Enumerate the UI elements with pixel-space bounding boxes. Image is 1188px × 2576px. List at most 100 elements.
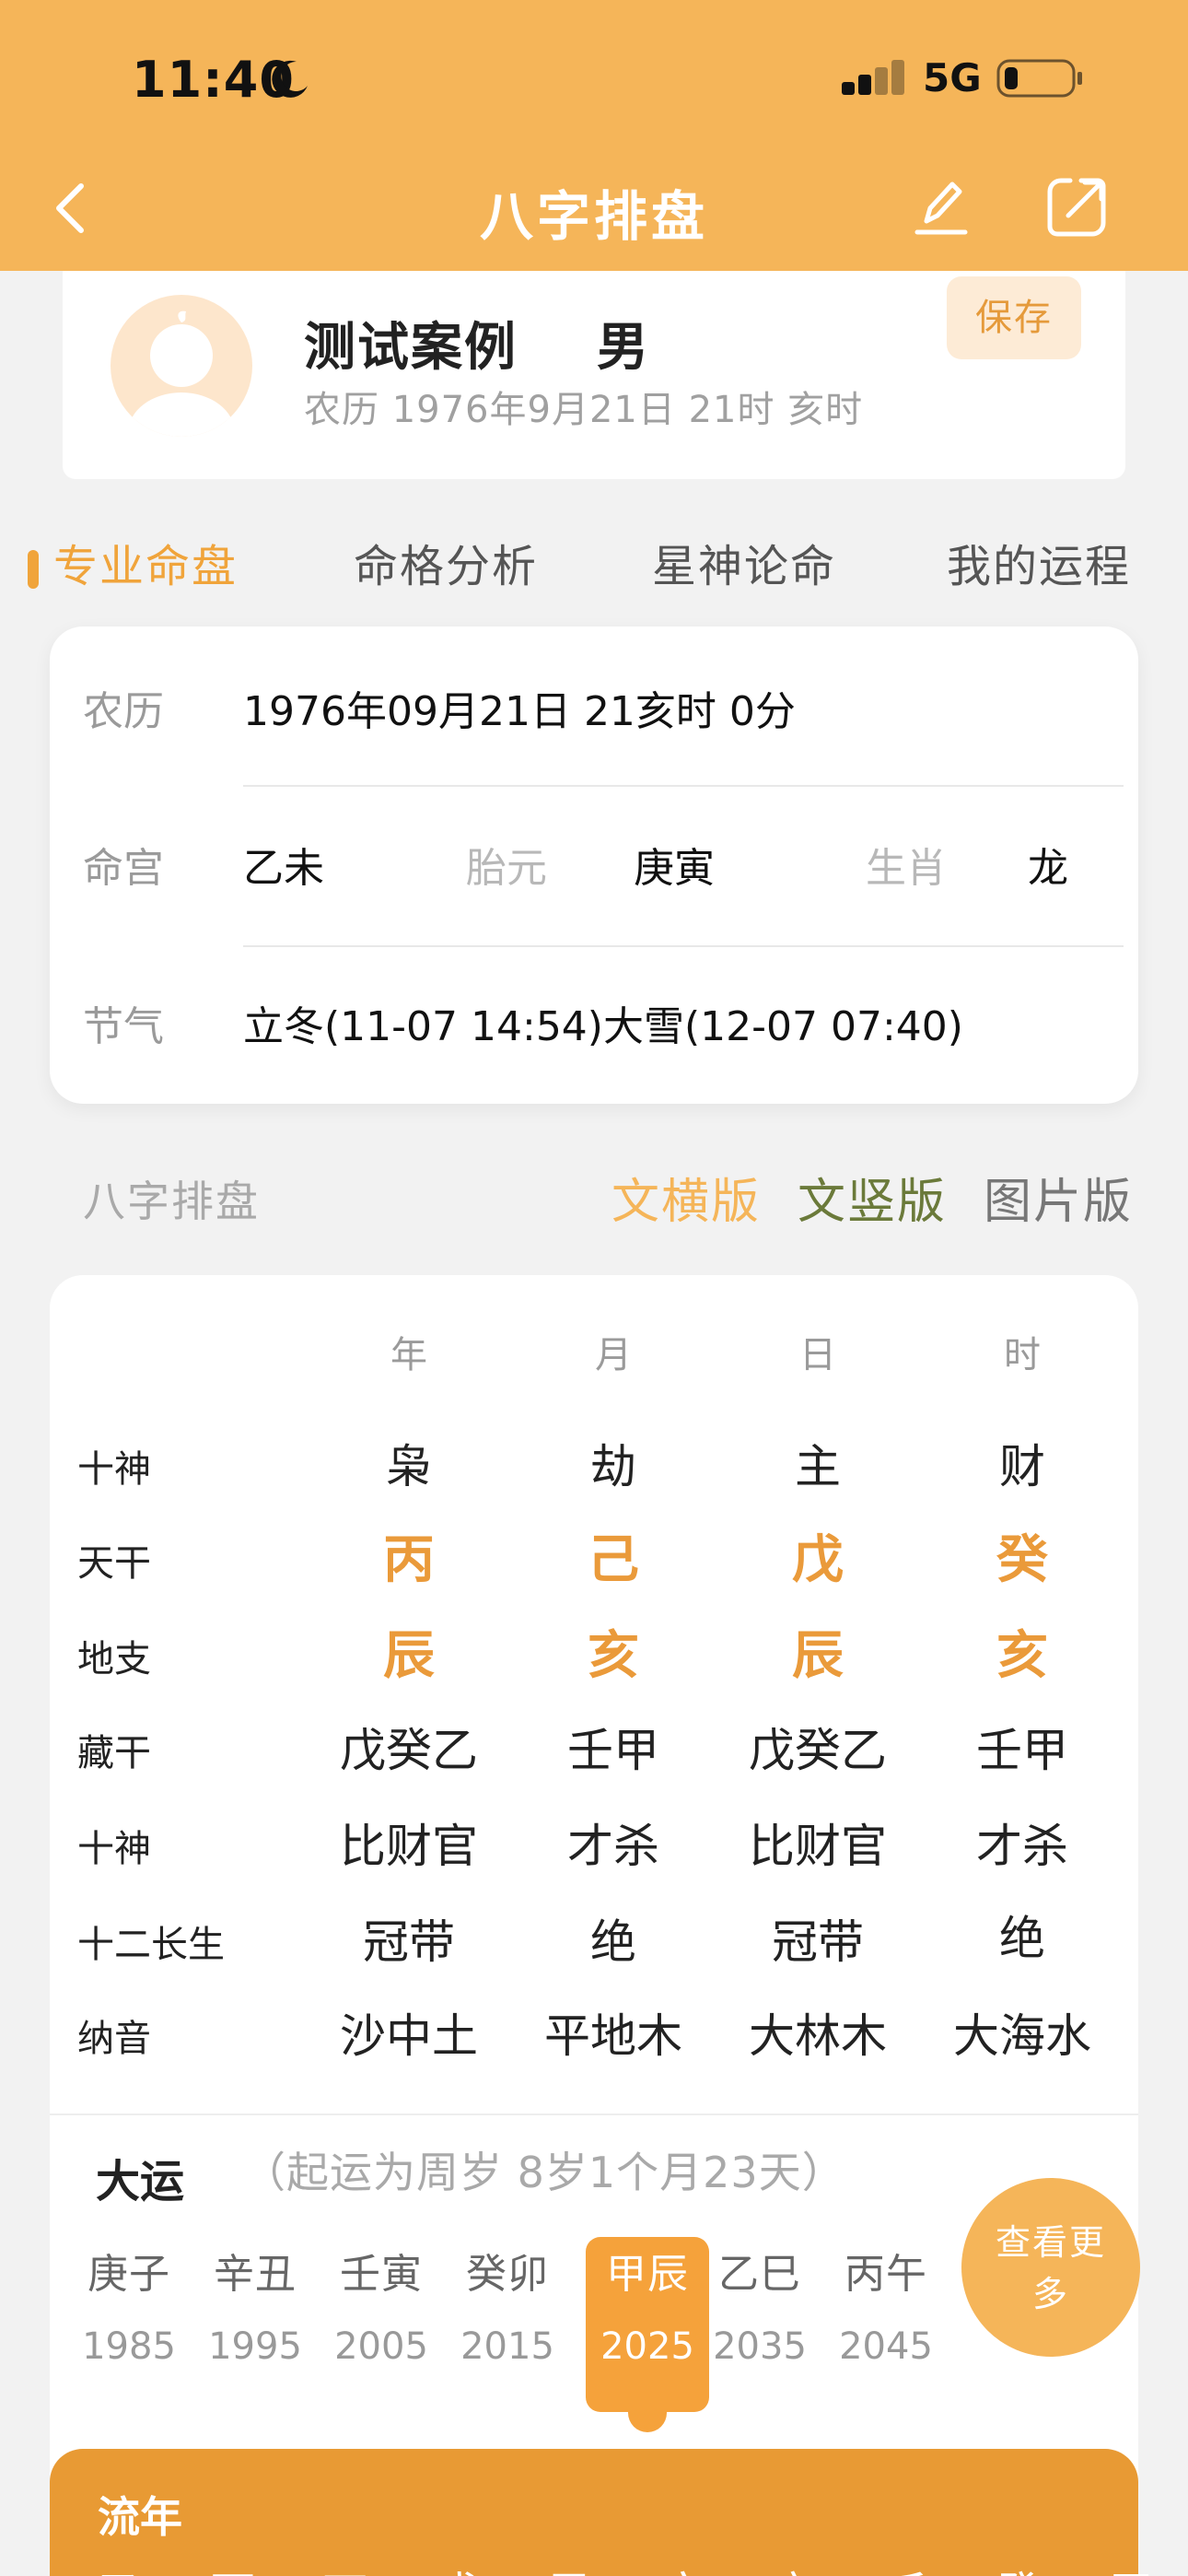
tab-pattern-analysis[interactable]: 命格分析 bbox=[354, 530, 538, 594]
avatar bbox=[111, 295, 252, 437]
dayun-year: 2015 bbox=[460, 2325, 554, 2368]
bazi-cell: 绝 bbox=[999, 1912, 1045, 1965]
share-icon[interactable] bbox=[1044, 175, 1109, 240]
dizhi-cell: 辰 bbox=[792, 1626, 844, 1686]
info-divider bbox=[243, 785, 1124, 787]
bazi-cell: 沙中土 bbox=[340, 2009, 478, 2063]
row-label-dizhi: 地支 bbox=[77, 1638, 151, 1680]
dayun-year: 1995 bbox=[208, 2325, 302, 2368]
bazi-cell: 冠带 bbox=[363, 1915, 455, 1969]
profile-card: 测试案例 男 农历 1976年9月21日 21时 亥时 保存 bbox=[63, 271, 1125, 479]
taiyuan-value: 庚寅 bbox=[634, 845, 715, 892]
dizhi-cell: 亥 bbox=[588, 1626, 639, 1686]
bazi-cell: 壬甲 bbox=[976, 1724, 1068, 1777]
tiangan-cell: 己 bbox=[588, 1530, 639, 1590]
dayun-ganzhi: 甲辰 bbox=[606, 2251, 689, 2298]
dayun-active-notch bbox=[628, 2405, 667, 2432]
dayun-year: 1985 bbox=[82, 2325, 176, 2368]
dayun-ganzhi: 辛丑 bbox=[214, 2251, 297, 2298]
avatar-person-icon bbox=[128, 310, 235, 437]
shengxiao-label: 生肖 bbox=[866, 845, 947, 892]
bazi-cell: 枭 bbox=[386, 1440, 432, 1493]
network-type: 5G bbox=[923, 55, 982, 100]
dayun-item[interactable]: 乙巳 2035 bbox=[697, 2241, 822, 2368]
tab-my-fortune[interactable]: 我的运程 bbox=[947, 530, 1131, 594]
save-button[interactable]: 保存 bbox=[947, 276, 1081, 359]
col-head-month: 月 bbox=[595, 1334, 632, 1376]
bazi-cell: 才杀 bbox=[567, 1820, 659, 1873]
bazi-divider bbox=[50, 2113, 1138, 2115]
app-header: 11:40 5G 八字排盘 bbox=[0, 0, 1188, 271]
dayun-item[interactable]: 癸卯 2015 bbox=[445, 2241, 570, 2368]
bazi-cell: 壬甲 bbox=[567, 1724, 659, 1777]
bazi-cell: 平地木 bbox=[544, 2009, 682, 2063]
dayun-year: 2035 bbox=[713, 2325, 807, 2368]
view-more-label: 查看更多 bbox=[995, 2222, 1106, 2314]
profile-name: 测试案例 男 bbox=[304, 306, 650, 381]
row-label-changsheng: 十二长生 bbox=[77, 1924, 225, 1966]
lunar-value: 1976年09月21日 21亥时 0分 bbox=[243, 688, 796, 735]
dayun-item[interactable]: 辛丑 1995 bbox=[192, 2241, 318, 2368]
liunian-title: 流年 bbox=[98, 2492, 182, 2542]
dayun-item[interactable]: 壬寅 2005 bbox=[319, 2241, 444, 2368]
lunar-label: 农历 bbox=[83, 688, 164, 735]
dizhi-cell: 亥 bbox=[996, 1626, 1048, 1686]
signal-icon bbox=[842, 60, 904, 95]
col-head-hour: 时 bbox=[1004, 1334, 1041, 1376]
bazi-cell: 戊癸乙 bbox=[749, 1724, 887, 1777]
tiangan-cell: 戊 bbox=[792, 1530, 844, 1590]
bazi-section-title: 八字排盘 bbox=[83, 1177, 260, 1226]
battery-icon bbox=[996, 59, 1082, 98]
bazi-cell: 戊癸乙 bbox=[340, 1724, 478, 1777]
bazi-cell: 大林木 bbox=[749, 2009, 887, 2063]
bazi-cell: 才杀 bbox=[976, 1820, 1068, 1873]
tab-professional-chart[interactable]: 专业命盘 bbox=[53, 530, 238, 594]
minggong-value: 乙未 bbox=[243, 845, 324, 892]
profile-name-text: 测试案例 bbox=[304, 318, 518, 378]
tiangan-cell: 癸 bbox=[996, 1530, 1048, 1590]
page-title: 八字排盘 bbox=[479, 185, 708, 248]
col-head-day: 日 bbox=[799, 1334, 836, 1376]
bazi-cell: 绝 bbox=[590, 1915, 636, 1969]
row-label-shishen: 十神 bbox=[77, 1448, 151, 1491]
dayun-year: 2025 bbox=[600, 2325, 694, 2368]
row-label-shishen-2: 十神 bbox=[77, 1828, 151, 1870]
row-label-tiangan: 天干 bbox=[77, 1542, 151, 1585]
dayun-title: 大运 bbox=[96, 2156, 185, 2207]
info-card: 农历 1976年09月21日 21亥时 0分 命宫 乙未 胎元 庚寅 生肖 龙 … bbox=[50, 626, 1138, 1104]
bazi-cell: 主 bbox=[795, 1440, 841, 1493]
bazi-cell: 财 bbox=[999, 1440, 1045, 1493]
moon-icon bbox=[272, 60, 308, 98]
view-more-button[interactable]: 查看更多 bbox=[961, 2178, 1140, 2357]
version-horizontal-button[interactable]: 文横版 bbox=[611, 1163, 761, 1232]
dayun-item[interactable]: 丙午 2045 bbox=[823, 2241, 949, 2368]
profile-date: 农历 1976年9月21日 21时 亥时 bbox=[304, 389, 864, 431]
bazi-cell: 冠带 bbox=[772, 1915, 864, 1969]
dayun-year: 2005 bbox=[334, 2325, 428, 2368]
bazi-cell: 比财官 bbox=[749, 1820, 887, 1873]
version-image-button[interactable]: 图片版 bbox=[984, 1163, 1133, 1232]
edit-icon[interactable] bbox=[914, 175, 969, 240]
version-vertical-button[interactable]: 文竖版 bbox=[798, 1163, 947, 1232]
row-label-canggan: 藏干 bbox=[77, 1732, 151, 1774]
dayun-ganzhi: 乙巳 bbox=[718, 2251, 801, 2298]
tab-star-destiny[interactable]: 星神论命 bbox=[652, 530, 836, 594]
taiyuan-label: 胎元 bbox=[466, 845, 547, 892]
bazi-cell: 大海水 bbox=[953, 2009, 1091, 2063]
main-tabs: 专业命盘 命格分析 星神论命 我的运程 bbox=[0, 530, 1188, 603]
jieqi-label: 节气 bbox=[83, 1003, 164, 1050]
col-head-year: 年 bbox=[390, 1334, 427, 1376]
tab-active-indicator bbox=[28, 550, 39, 589]
tiangan-cell: 丙 bbox=[383, 1530, 435, 1590]
liunian-items: 乙 丙 丁 戊 己 庚 辛 壬 癸 甲 bbox=[98, 2558, 1180, 2576]
info-divider bbox=[243, 945, 1124, 947]
bazi-cell: 比财官 bbox=[340, 1820, 478, 1873]
dizhi-cell: 辰 bbox=[383, 1626, 435, 1686]
dayun-ganzhi: 庚子 bbox=[87, 2251, 170, 2298]
jieqi-value: 立冬(11-07 14:54)大雪(12-07 07:40) bbox=[243, 1003, 963, 1050]
minggong-label: 命宫 bbox=[83, 845, 164, 892]
dayun-item-active[interactable]: 甲辰 2025 bbox=[585, 2241, 710, 2368]
dayun-item[interactable]: 庚子 1985 bbox=[66, 2241, 192, 2368]
bazi-card: 年 月 日 时 十神 枭 劫 主 财 天干 丙 己 戊 癸 地支 辰 亥 辰 亥… bbox=[50, 1275, 1140, 2576]
profile-gender: 男 bbox=[596, 318, 650, 378]
